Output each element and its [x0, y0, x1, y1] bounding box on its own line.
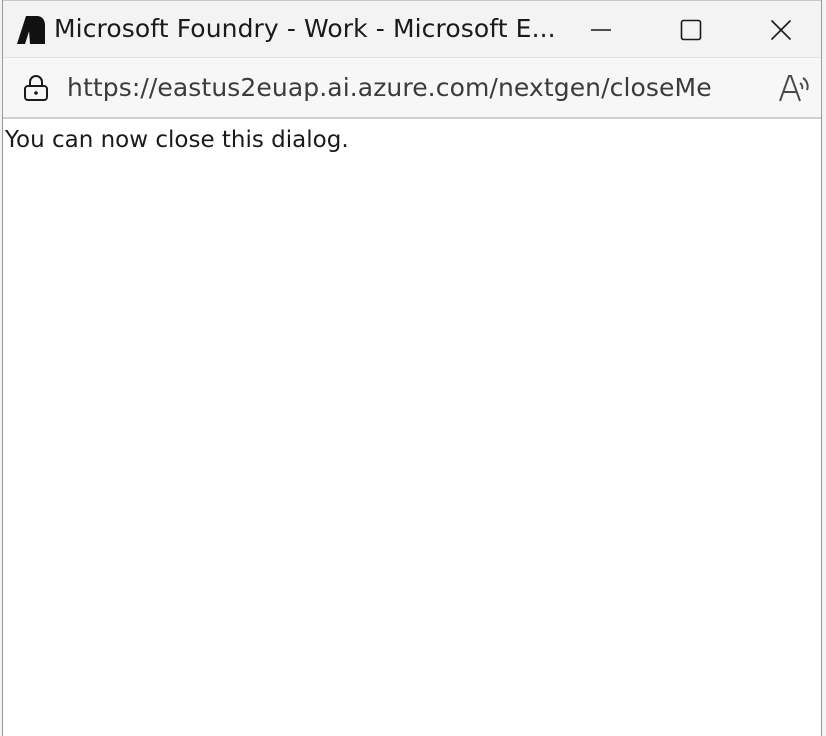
close-dialog-message: You can now close this dialog.	[5, 127, 349, 153]
minimize-icon	[591, 28, 611, 31]
close-button[interactable]	[736, 1, 826, 58]
lock-icon[interactable]	[23, 74, 49, 102]
microsoft-foundry-logo-icon	[17, 16, 45, 44]
popup-browser-window: Microsoft Foundry - Work - Microsoft E..…	[2, 0, 822, 736]
page-content: You can now close this dialog.	[3, 118, 821, 736]
read-aloud-icon[interactable]	[778, 72, 812, 104]
close-icon	[770, 19, 792, 40]
minimize-button[interactable]	[556, 1, 646, 58]
url-text[interactable]: https://eastus2euap.ai.azure.com/nextgen…	[67, 70, 712, 106]
title-bar[interactable]: Microsoft Foundry - Work - Microsoft E..…	[3, 0, 821, 57]
maximize-icon	[680, 19, 702, 40]
address-bar: https://eastus2euap.ai.azure.com/nextgen…	[3, 57, 821, 118]
maximize-button[interactable]	[646, 1, 736, 58]
window-title: Microsoft Foundry - Work - Microsoft E..…	[54, 14, 556, 43]
